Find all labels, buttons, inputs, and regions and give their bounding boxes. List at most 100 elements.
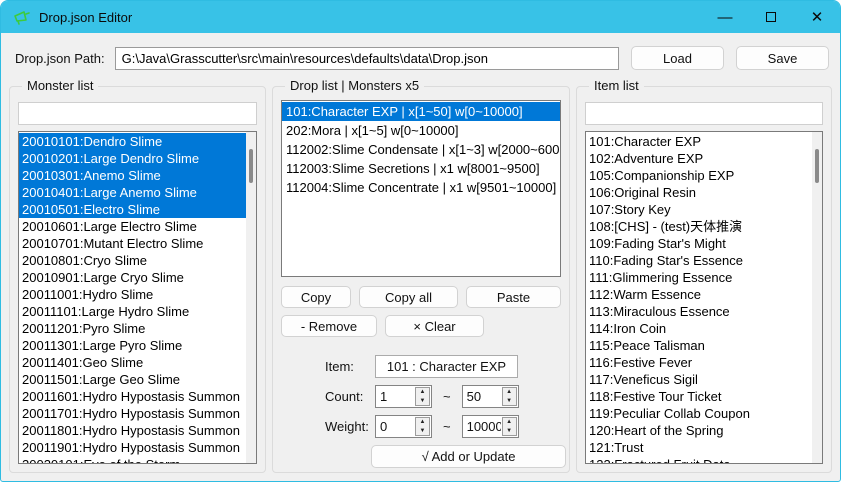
monster-listbox: 20010101:Dendro Slime20010201:Large Dend… <box>18 131 257 464</box>
maximize-button[interactable] <box>748 1 794 33</box>
scrollbar-thumb[interactable] <box>815 149 819 183</box>
monster-list-item[interactable]: 20010601:Large Electro Slime <box>19 218 246 235</box>
titlebar: Drop.json Editor — ✕ <box>1 1 840 33</box>
item-list-item[interactable]: 108:[CHS] - (test)天体推演 <box>586 218 812 235</box>
weight-max-stepper[interactable]: 10000 ▲ ▼ <box>462 415 519 438</box>
drop-json-editor-window: Drop.json Editor — ✕ Drop.json Path: Loa… <box>0 0 841 482</box>
monster-list-item[interactable]: 20010501:Electro Slime <box>19 201 246 218</box>
monster-list-item[interactable]: 20011701:Hydro Hypostasis Summon <box>19 405 246 422</box>
monster-list-item[interactable]: 20010901:Large Cryo Slime <box>19 269 246 286</box>
close-icon: ✕ <box>811 8 824 26</box>
item-list-item[interactable]: 109:Fading Star's Might <box>586 235 812 252</box>
drop-list-item[interactable]: 101:Character EXP | x[1~50] w[0~10000] <box>282 102 560 121</box>
stepper-buttons: ▲ ▼ <box>415 387 430 406</box>
monster-list-item[interactable]: 20010101:Dendro Slime <box>19 133 246 150</box>
monster-list-group: Monster list 20010101:Dendro Slime200102… <box>9 86 266 473</box>
item-list-item[interactable]: 117:Veneficus Sigil <box>586 371 812 388</box>
item-list-item[interactable]: 102:Adventure EXP <box>586 150 812 167</box>
weight-label: Weight: <box>325 419 375 434</box>
monster-search-input[interactable] <box>18 102 257 125</box>
window-controls: — ✕ <box>702 1 840 33</box>
monster-list-item[interactable]: 20011301:Large Pyro Slime <box>19 337 246 354</box>
minimize-button[interactable]: — <box>702 1 748 33</box>
spin-up-icon[interactable]: ▲ <box>416 418 429 427</box>
scrollbar-thumb[interactable] <box>249 149 253 183</box>
monster-list-scrollbar[interactable] <box>246 132 256 463</box>
drop-list-item[interactable]: 202:Mora | x[1~5] w[0~10000] <box>282 121 560 140</box>
add-or-update-button[interactable]: √ Add or Update <box>371 445 566 468</box>
save-button[interactable]: Save <box>736 46 829 70</box>
item-list-item[interactable]: 113:Miraculous Essence <box>586 303 812 320</box>
window-title: Drop.json Editor <box>39 10 132 25</box>
paste-button[interactable]: Paste <box>466 286 561 308</box>
path-label: Drop.json Path: <box>15 51 105 66</box>
monster-list-item[interactable]: 20011001:Hydro Slime <box>19 286 246 303</box>
spin-up-icon[interactable]: ▲ <box>503 388 516 397</box>
drop-listbox: 101:Character EXP | x[1~50] w[0~10000]20… <box>281 100 561 277</box>
copy-all-button[interactable]: Copy all <box>359 286 458 308</box>
item-list-item[interactable]: 110:Fading Star's Essence <box>586 252 812 269</box>
item-list-item[interactable]: 121:Trust <box>586 439 812 456</box>
item-list-item[interactable]: 107:Story Key <box>586 201 812 218</box>
remove-button[interactable]: - Remove <box>281 315 377 337</box>
spin-down-icon[interactable]: ▼ <box>503 427 516 436</box>
item-list-item[interactable]: 118:Festive Tour Ticket <box>586 388 812 405</box>
item-list-item[interactable]: 112:Warm Essence <box>586 286 812 303</box>
item-list-item[interactable]: 116:Festive Fever <box>586 354 812 371</box>
item-list-item[interactable]: 111:Glimmering Essence <box>586 269 812 286</box>
item-list-item[interactable]: 122:Fractured Fruit Data <box>586 456 812 463</box>
item-list-item[interactable]: 119:Peculiar Collab Coupon <box>586 405 812 422</box>
spin-up-icon[interactable]: ▲ <box>503 418 516 427</box>
count-range-tilde: ~ <box>443 389 451 404</box>
count-label: Count: <box>325 389 375 404</box>
monster-list-item[interactable]: 20010801:Cryo Slime <box>19 252 246 269</box>
monster-list-item[interactable]: 20010201:Large Dendro Slime <box>19 150 246 167</box>
monster-list-item[interactable]: 20020101:Eye of the Storm <box>19 456 246 463</box>
weight-range-tilde: ~ <box>443 419 451 434</box>
copy-button[interactable]: Copy <box>281 286 351 308</box>
item-list-item[interactable]: 105:Companionship EXP <box>586 167 812 184</box>
monster-list-item[interactable]: 20010301:Anemo Slime <box>19 167 246 184</box>
monster-list-item[interactable]: 20011601:Hydro Hypostasis Summon <box>19 388 246 405</box>
count-row: Count: 1 ▲ ▼ ~ 50 ▲ ▼ <box>325 385 561 408</box>
monster-list-item[interactable]: 20010401:Large Anemo Slime <box>19 184 246 201</box>
monster-list-item[interactable]: 20011201:Pyro Slime <box>19 320 246 337</box>
item-list-item[interactable]: 114:Iron Coin <box>586 320 812 337</box>
monster-list-item[interactable]: 20011801:Hydro Hypostasis Summon <box>19 422 246 439</box>
load-button[interactable]: Load <box>631 46 724 70</box>
drop-list-item[interactable]: 112004:Slime Concentrate | x1 w[9501~100… <box>282 178 560 197</box>
count-max-value: 50 <box>463 386 501 407</box>
weight-max-value: 10000 <box>463 416 501 437</box>
drop-list-item[interactable]: 112002:Slime Condensate | x[1~3] w[2000~… <box>282 140 560 159</box>
monster-list-item[interactable]: 20011101:Large Hydro Slime <box>19 303 246 320</box>
spin-down-icon[interactable]: ▼ <box>416 427 429 436</box>
monster-list-item[interactable]: 20011501:Large Geo Slime <box>19 371 246 388</box>
item-list-title: Item list <box>589 78 644 93</box>
item-field[interactable]: 101 : Character EXP <box>375 355 518 378</box>
drop-list-item[interactable]: 112003:Slime Secretions | x1 w[8001~9500… <box>282 159 560 178</box>
monster-list-item[interactable]: 20010701:Mutant Electro Slime <box>19 235 246 252</box>
count-min-stepper[interactable]: 1 ▲ ▼ <box>375 385 432 408</box>
clear-button[interactable]: × Clear <box>385 315 484 337</box>
count-max-stepper[interactable]: 50 ▲ ▼ <box>462 385 519 408</box>
item-listbox: 101:Character EXP102:Adventure EXP105:Co… <box>585 131 823 464</box>
item-list-item[interactable]: 106:Original Resin <box>586 184 812 201</box>
item-list-item[interactable]: 115:Peace Talisman <box>586 337 812 354</box>
item-list-item[interactable]: 101:Character EXP <box>586 133 812 150</box>
weight-min-stepper[interactable]: 0 ▲ ▼ <box>375 415 432 438</box>
item-list-scrollbar[interactable] <box>812 132 822 463</box>
monster-list-item[interactable]: 20011901:Hydro Hypostasis Summon <box>19 439 246 456</box>
close-button[interactable]: ✕ <box>794 1 840 33</box>
spin-down-icon[interactable]: ▼ <box>416 397 429 406</box>
stepper-buttons: ▲ ▼ <box>502 387 517 406</box>
item-search-input[interactable] <box>585 102 823 125</box>
spin-up-icon[interactable]: ▲ <box>416 388 429 397</box>
monster-list-item[interactable]: 20011401:Geo Slime <box>19 354 246 371</box>
green-megaphone-icon <box>13 9 31 25</box>
weight-min-value: 0 <box>376 416 414 437</box>
path-input[interactable] <box>115 47 619 70</box>
panels: Monster list 20010101:Dendro Slime200102… <box>1 73 840 481</box>
edit-button-row: - Remove × Clear <box>281 315 561 337</box>
spin-down-icon[interactable]: ▼ <box>503 397 516 406</box>
item-list-item[interactable]: 120:Heart of the Spring <box>586 422 812 439</box>
